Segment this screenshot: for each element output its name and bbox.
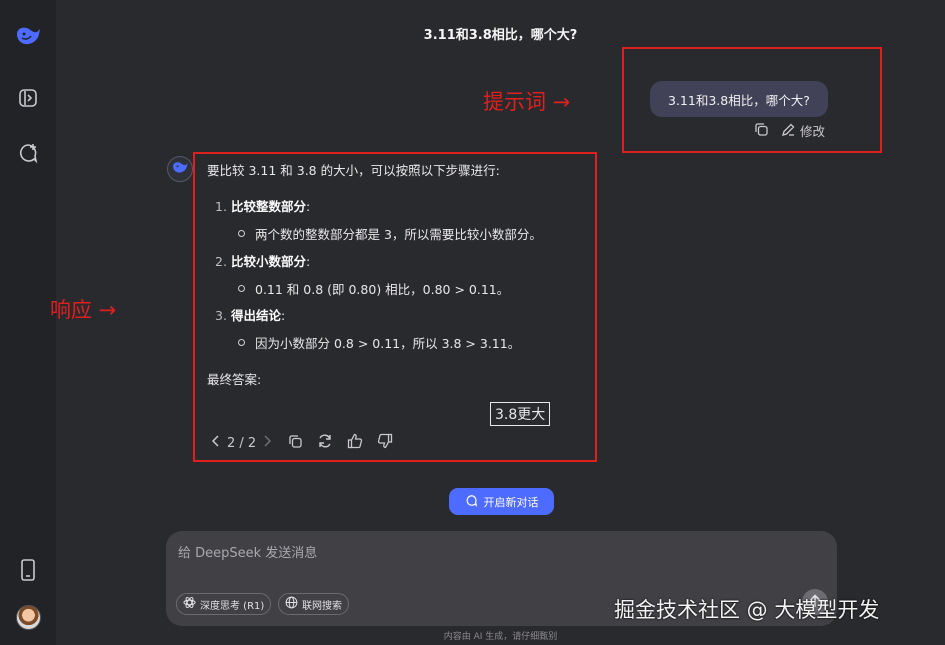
ai-disclaimer: 内容由 AI 生成，请仔细甄别 — [443, 632, 558, 642]
response-actions: 2 / 2 — [211, 433, 393, 453]
new-chat-label: 开启新对话 — [483, 495, 539, 509]
sidebar-toggle-icon[interactable] — [14, 84, 42, 112]
step-colon: : — [280, 308, 286, 323]
thumbs-down-icon[interactable] — [377, 433, 393, 453]
deep-think-label: 深度思考 (R1) — [200, 600, 265, 612]
deep-think-toggle[interactable]: 深度思考 (R1) — [176, 593, 272, 615]
prompt-annotation-label: 提示词 → — [483, 90, 571, 114]
prompt-annotation-box — [622, 47, 882, 153]
step-heading: 得出结论 — [230, 308, 281, 323]
sidebar — [0, 0, 56, 645]
step-number: 1. — [215, 199, 227, 214]
regenerate-icon[interactable] — [317, 433, 333, 453]
step-number: 2. — [215, 254, 227, 269]
message-input[interactable] — [178, 543, 778, 563]
deep-think-icon — [183, 596, 196, 612]
step-3-detail: 因为小数部分 0.8 > 0.11，所以 3.8 > 3.11。 — [238, 333, 520, 352]
thumbs-up-icon[interactable] — [347, 433, 363, 453]
response-pager: 2 / 2 — [211, 435, 272, 451]
phone-icon[interactable] — [14, 556, 42, 584]
step-colon: : — [305, 254, 311, 269]
step-2-detail: 0.11 和 0.8 (即 0.80) 相比，0.80 > 0.11。 — [238, 279, 509, 298]
web-search-label: 联网搜索 — [302, 600, 342, 612]
step-1-detail: 两个数的整数部分都是 3，所以需要比较小数部分。 — [238, 224, 542, 243]
final-answer-label: 最终答案: — [207, 372, 262, 387]
response-annotation-label: 响应 → — [50, 298, 117, 322]
step-heading: 比较整数部分 — [230, 199, 306, 214]
new-chat-button[interactable]: 开启新对话 — [449, 488, 554, 515]
copy-icon[interactable] — [288, 434, 303, 453]
chevron-left-icon[interactable] — [211, 435, 221, 451]
step-heading: 比较小数部分 — [230, 254, 306, 269]
chevron-right-icon[interactable] — [262, 435, 272, 451]
step-3: 3. 得出结论: — [215, 305, 285, 324]
final-answer-box: 3.8更大 — [490, 402, 551, 426]
watermark: 掘金技术社区 @ 大模型开发 — [614, 598, 880, 622]
step-colon: : — [305, 199, 311, 214]
avatar[interactable] — [16, 605, 41, 630]
globe-icon — [285, 596, 298, 612]
new-chat-icon — [465, 494, 478, 510]
response-intro: 要比较 3.11 和 3.8 的大小，可以按照以下步骤进行: — [207, 163, 500, 178]
pager-text: 2 / 2 — [227, 435, 257, 451]
step-number: 3. — [215, 308, 227, 323]
deepseek-logo-icon[interactable] — [14, 22, 42, 50]
new-chat-icon[interactable] — [14, 139, 42, 167]
deepseek-logo-icon — [171, 160, 189, 179]
step-2: 2. 比较小数部分: — [215, 251, 310, 270]
chat-title: 3.11和3.8相比，哪个大? — [423, 28, 578, 43]
assistant-avatar — [167, 156, 193, 182]
step-1: 1. 比较整数部分: — [215, 196, 310, 215]
web-search-toggle[interactable]: 联网搜索 — [278, 593, 349, 615]
